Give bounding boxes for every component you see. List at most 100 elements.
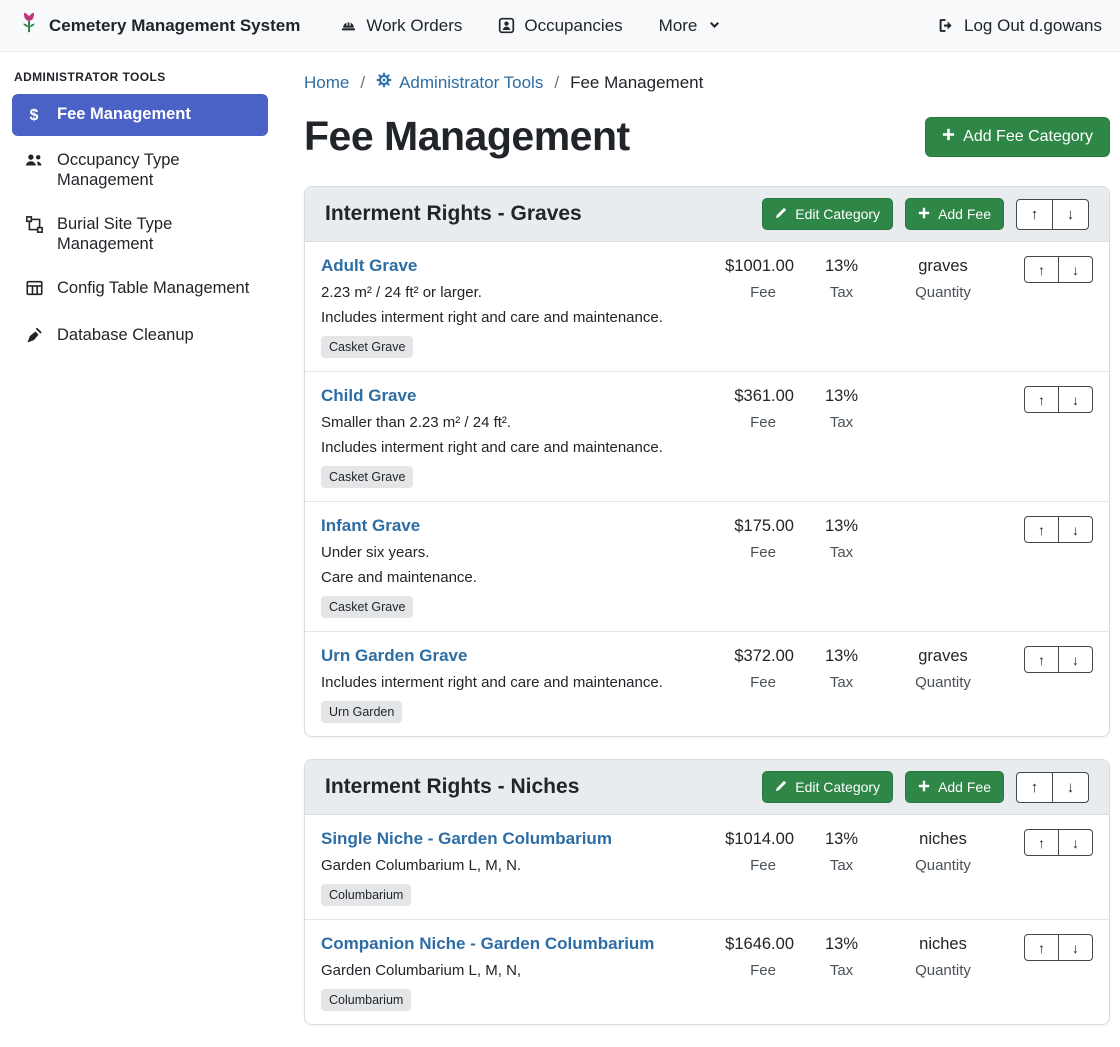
fee-type-badge: Casket Grave [321, 466, 413, 488]
tulip-logo-icon [18, 11, 40, 40]
nav-occupancies[interactable]: Occupancies [498, 16, 622, 36]
move-fee-up-button[interactable]: ↑ [1024, 516, 1059, 543]
add-fee-button[interactable]: Add Fee [905, 771, 1004, 803]
vector-square-icon [24, 216, 44, 238]
arrow-down-icon: ↓ [1072, 835, 1079, 851]
move-fee-down-button[interactable]: ↓ [1058, 646, 1093, 673]
fee-reorder-group: ↑ ↓ [997, 934, 1093, 961]
fee-amount-col: $175.00 Fee [674, 516, 794, 561]
app-title: Cemetery Management System [49, 16, 300, 36]
sidebar-item-config-table-management[interactable]: Config Table Management [12, 268, 268, 311]
page-header: Fee Management Add Fee Category [304, 113, 1110, 160]
fee-quantity-unit: graves [889, 257, 997, 276]
arrow-down-icon: ↓ [1072, 652, 1079, 668]
breadcrumb-admin-tools-label: Administrator Tools [399, 73, 543, 93]
fee-amount-label: Fee [674, 284, 794, 301]
sidebar-item-burial-site-type-management[interactable]: Burial Site Type Management [12, 204, 268, 264]
edit-category-button[interactable]: Edit Category [762, 198, 893, 230]
dollar-icon: $ [24, 106, 44, 126]
breadcrumb-admin-tools-link[interactable]: Administrator Tools [376, 72, 543, 93]
fee-description: Includes interment right and care and ma… [321, 309, 664, 326]
sidebar-item-database-cleanup[interactable]: Database Cleanup [12, 315, 268, 359]
fee-amount-col: $361.00 Fee [674, 386, 794, 431]
move-fee-down-button[interactable]: ↓ [1058, 934, 1093, 961]
category-header: Interment Rights - Niches Edit Category … [305, 760, 1109, 815]
pencil-icon [775, 206, 787, 222]
arrow-up-icon: ↑ [1031, 779, 1039, 796]
fee-quantity-col: niches Quantity [889, 934, 997, 979]
fee-amount: $372.00 [674, 647, 794, 666]
fee-amount: $361.00 [674, 387, 794, 406]
fee-row: Companion Niche - Garden Columbarium Gar… [305, 919, 1109, 1024]
page-title: Fee Management [304, 113, 630, 160]
fee-type-badge: Casket Grave [321, 336, 413, 358]
move-category-down-button[interactable]: ↓ [1052, 772, 1089, 803]
fee-name-link[interactable]: Urn Garden Grave [321, 646, 467, 666]
edit-category-button[interactable]: Edit Category [762, 771, 893, 803]
add-fee-label: Add Fee [938, 779, 991, 795]
add-fee-category-button[interactable]: Add Fee Category [925, 117, 1110, 157]
top-navbar: Cemetery Management System Work Orders O… [0, 0, 1120, 52]
main-content: Home / Administrator Tools / Fee Managem… [280, 52, 1120, 1047]
sidebar-item-label: Fee Management [57, 104, 191, 124]
fee-name-link[interactable]: Single Niche - Garden Columbarium [321, 829, 612, 849]
category-header: Interment Rights - Graves Edit Category … [305, 187, 1109, 242]
plus-icon [918, 779, 930, 795]
move-fee-up-button[interactable]: ↑ [1024, 386, 1059, 413]
fee-quantity-label: Quantity [889, 674, 997, 691]
gear-icon [376, 72, 392, 93]
fee-tax-label: Tax [794, 544, 889, 561]
edit-category-label: Edit Category [795, 206, 880, 222]
add-fee-button[interactable]: Add Fee [905, 198, 1004, 230]
fee-amount-label: Fee [674, 962, 794, 979]
add-fee-category-label: Add Fee Category [963, 128, 1093, 146]
arrow-up-icon: ↑ [1038, 652, 1045, 668]
nav-more[interactable]: More [659, 16, 722, 36]
nav-more-label: More [659, 16, 698, 36]
fee-row: Adult Grave 2.23 m² / 24 ft² or larger. … [305, 242, 1109, 371]
move-fee-up-button[interactable]: ↑ [1024, 646, 1059, 673]
move-category-up-button[interactable]: ↑ [1016, 772, 1053, 803]
plus-icon [942, 128, 955, 146]
move-fee-down-button[interactable]: ↓ [1058, 829, 1093, 856]
fee-category-card-graves: Interment Rights - Graves Edit Category … [304, 186, 1110, 737]
fee-info: Urn Garden Grave Includes interment righ… [321, 646, 674, 723]
move-fee-up-button[interactable]: ↑ [1024, 829, 1059, 856]
move-fee-down-button[interactable]: ↓ [1058, 386, 1093, 413]
nav-work-orders[interactable]: Work Orders [340, 16, 462, 36]
fee-name-link[interactable]: Child Grave [321, 386, 416, 406]
category-title: Interment Rights - Graves [325, 202, 582, 226]
move-category-up-button[interactable]: ↑ [1016, 199, 1053, 230]
move-fee-up-button[interactable]: ↑ [1024, 256, 1059, 283]
category-reorder-group: ↑ ↓ [1016, 199, 1089, 230]
move-fee-down-button[interactable]: ↓ [1058, 256, 1093, 283]
breadcrumb-home-link[interactable]: Home [304, 73, 349, 93]
app-brand[interactable]: Cemetery Management System [18, 11, 300, 40]
fee-info: Child Grave Smaller than 2.23 m² / 24 ft… [321, 386, 674, 488]
fee-quantity-col [889, 516, 997, 517]
fee-name-link[interactable]: Adult Grave [321, 256, 417, 276]
move-category-down-button[interactable]: ↓ [1052, 199, 1089, 230]
pencil-icon [775, 779, 787, 795]
move-fee-up-button[interactable]: ↑ [1024, 934, 1059, 961]
fee-name-link[interactable]: Infant Grave [321, 516, 420, 536]
fee-description: Care and maintenance. [321, 569, 664, 586]
move-fee-down-button[interactable]: ↓ [1058, 516, 1093, 543]
fee-reorder-group: ↑ ↓ [997, 829, 1093, 856]
arrow-up-icon: ↑ [1038, 940, 1045, 956]
fee-name-link[interactable]: Companion Niche - Garden Columbarium [321, 934, 654, 954]
fee-quantity-unit: graves [889, 647, 997, 666]
sidebar-item-fee-management[interactable]: $ Fee Management [12, 94, 268, 136]
fee-description: Under six years. [321, 544, 664, 561]
fee-reorder-group: ↑ ↓ [997, 386, 1093, 413]
sidebar-item-occupancy-type-management[interactable]: Occupancy Type Management [12, 140, 268, 200]
chevron-down-icon [708, 19, 721, 32]
fee-quantity-label: Quantity [889, 284, 997, 301]
logout-link[interactable]: Log Out d.gowans [937, 16, 1102, 36]
fee-type-badge: Columbarium [321, 989, 411, 1011]
fee-tax-label: Tax [794, 962, 889, 979]
breadcrumb-separator: / [360, 73, 365, 93]
fee-tax: 13% [794, 517, 889, 536]
fee-tax-col: 13% Tax [794, 516, 889, 561]
table-icon [24, 280, 44, 301]
